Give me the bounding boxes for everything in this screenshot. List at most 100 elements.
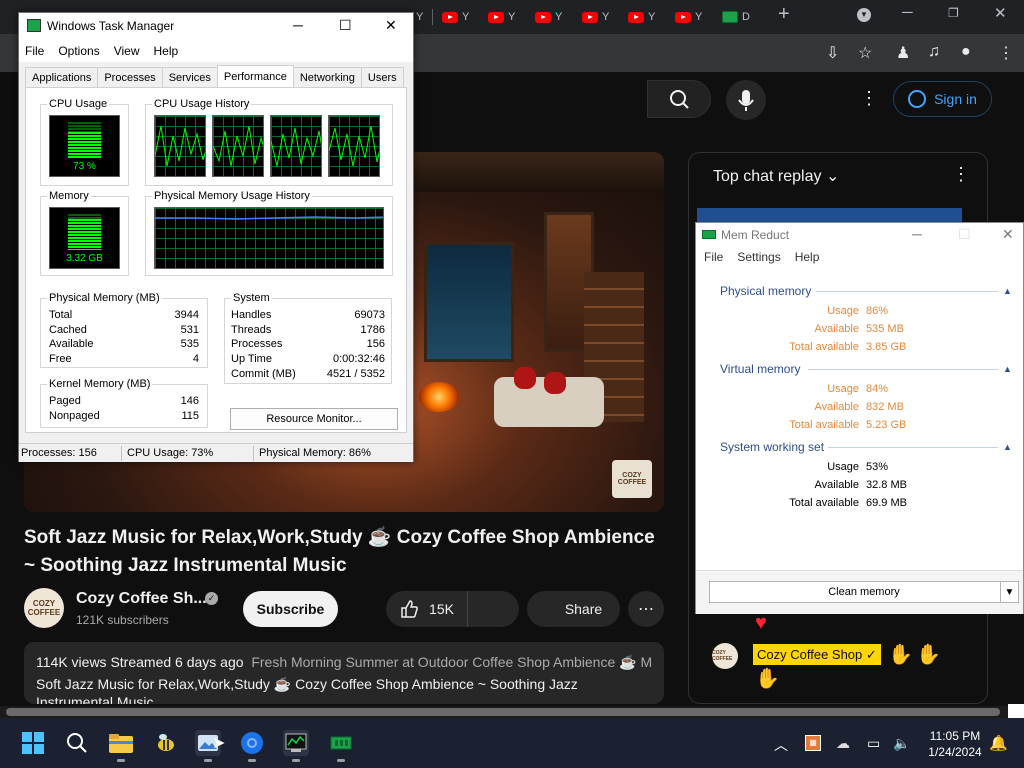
mem-reduct-titlebar[interactable]: Mem Reduct ─ ☐ ✕: [696, 223, 1023, 248]
media-control-icon[interactable]: ♫: [928, 43, 940, 61]
tab-performance[interactable]: Performance: [216, 65, 294, 87]
chat-more-icon[interactable]: ⋮: [952, 164, 970, 185]
search-button[interactable]: [647, 80, 711, 118]
dislike-button[interactable]: [469, 591, 519, 627]
clock-time[interactable]: 11:05 PM: [920, 729, 990, 743]
chrome-app-button[interactable]: [239, 730, 265, 756]
browser-tab[interactable]: D: [722, 6, 750, 28]
restore-icon[interactable]: ❐: [948, 6, 959, 20]
voice-search-button[interactable]: [726, 80, 766, 120]
chat-author-avatar[interactable]: COZY COFFEE: [712, 643, 738, 669]
minimize-icon[interactable]: ─: [912, 226, 922, 242]
close-icon[interactable]: ✕: [1002, 226, 1014, 243]
search-taskbar-button[interactable]: [64, 730, 90, 756]
chat-mode-dropdown[interactable]: Top chat replay ⌄: [713, 166, 839, 186]
status-separator: [121, 446, 122, 461]
tab-label: Y: [602, 11, 610, 23]
menu-file[interactable]: File: [19, 40, 52, 62]
stat-value: 5.23 GB: [866, 419, 907, 431]
share-button[interactable]: Share: [527, 591, 620, 627]
menu-file[interactable]: File: [704, 250, 723, 264]
like-count: 15K: [429, 601, 454, 617]
maximize-icon[interactable]: ☐: [339, 17, 352, 34]
stat-key: Available: [814, 401, 859, 413]
virtual-memory-section-title[interactable]: Virtual memory: [720, 362, 800, 376]
channel-avatar[interactable]: COZY COFFEE: [24, 588, 64, 628]
tab-separator: [432, 9, 433, 25]
dropdown-arrow-icon[interactable]: ▼: [1000, 582, 1018, 602]
task-manager-titlebar[interactable]: Windows Task Manager ─ ☐ ✕: [19, 13, 413, 40]
tab-processes[interactable]: Processes: [97, 67, 163, 87]
notification-bell-icon[interactable]: 🔔: [989, 734, 1008, 752]
extensions-icon[interactable]: ♟: [896, 43, 910, 63]
minimize-icon[interactable]: ─: [293, 17, 303, 33]
system-working-set-section-title[interactable]: System working set: [720, 440, 824, 454]
description-text: Soft Jazz Music for Relax,Work,Study ☕ C…: [36, 676, 578, 704]
new-tab-button[interactable]: +: [778, 3, 790, 26]
scrollbar-thumb[interactable]: [6, 708, 1000, 716]
minimize-icon[interactable]: ─: [902, 4, 913, 21]
tab-networking[interactable]: Networking: [292, 67, 362, 87]
bee-app-button[interactable]: [153, 730, 179, 756]
collapse-chevron-up-icon[interactable]: ▲: [1003, 364, 1012, 374]
sign-in-button[interactable]: Sign in: [893, 81, 992, 117]
mem-reduct-menubar: File Settings Help: [704, 250, 819, 264]
tab-users[interactable]: Users: [360, 67, 404, 87]
collapse-chevron-up-icon[interactable]: ▲: [1003, 286, 1012, 296]
channel-watermark[interactable]: COZY COFFEE: [612, 460, 652, 498]
close-icon[interactable]: ✕: [994, 4, 1007, 22]
section-divider: [808, 369, 998, 370]
network-icon[interactable]: ▭: [867, 735, 880, 752]
browser-tab[interactable]: Y: [675, 6, 702, 28]
close-icon[interactable]: ✕: [385, 17, 397, 34]
chrome-menu-icon[interactable]: ⋮: [998, 43, 1014, 63]
tab-search-icon[interactable]: ▼: [857, 8, 871, 22]
cpu-usage-meter: 73 %: [49, 115, 120, 177]
show-hidden-icons-chevron-up-icon[interactable]: ︿: [774, 735, 788, 755]
browser-tab[interactable]: Y: [628, 6, 655, 28]
tab-services[interactable]: Services: [161, 67, 218, 87]
physical-memory-table: Total 3944 Cached 531 Available 535 Free 4: [49, 309, 199, 368]
clock-date[interactable]: 1/24/2024: [920, 745, 990, 759]
browser-tab[interactable]: Y: [416, 6, 423, 28]
windows-logo-icon: [22, 732, 44, 754]
file-explorer-button[interactable]: [108, 730, 134, 756]
menu-help[interactable]: Help: [148, 40, 187, 62]
channel-name[interactable]: Cozy Coffee Sh...: [76, 590, 207, 608]
more-actions-button[interactable]: ⋯: [628, 591, 664, 627]
menu-settings[interactable]: Settings: [737, 250, 780, 264]
like-button[interactable]: 15K: [386, 591, 468, 627]
cloud-offline-icon[interactable]: ☁: [836, 735, 850, 752]
menu-help[interactable]: Help: [795, 250, 820, 264]
physical-memory-section-title[interactable]: Physical memory: [720, 284, 811, 298]
mem-reduct-app-button[interactable]: [328, 730, 354, 756]
wave-emoji-icon: ✋: [916, 644, 941, 666]
profile-icon[interactable]: ●: [961, 43, 971, 61]
stat-key: Handles: [231, 309, 272, 321]
stat-key: Processes: [231, 338, 283, 351]
tray-app-icon[interactable]: ▦: [805, 735, 821, 751]
browser-tab[interactable]: Y: [535, 6, 562, 28]
task-manager-app-button[interactable]: [283, 730, 309, 756]
menu-view[interactable]: View: [108, 40, 148, 62]
browser-tab[interactable]: Y: [442, 6, 469, 28]
start-button[interactable]: [20, 730, 46, 756]
bookmark-star-icon[interactable]: ☆: [858, 43, 872, 63]
tab-applications[interactable]: Applications: [25, 67, 99, 87]
stat-key: Usage: [827, 383, 859, 395]
browser-tab[interactable]: Y: [582, 6, 609, 28]
clean-memory-button[interactable]: Clean memory ▼: [709, 581, 1019, 603]
resource-monitor-button[interactable]: Resource Monitor...: [230, 408, 398, 430]
video-description[interactable]: 114K views Streamed 6 days ago Fresh Mor…: [24, 642, 664, 704]
install-app-icon[interactable]: ⇩: [826, 43, 839, 63]
settings-more-icon[interactable]: ⋮: [860, 88, 878, 109]
browser-tab[interactable]: Y: [488, 6, 515, 28]
subscribe-button[interactable]: Subscribe: [243, 591, 338, 627]
physical-memory-history-group: Physical Memory Usage History: [145, 190, 393, 276]
speaker-muted-icon[interactable]: 🔈: [893, 735, 910, 752]
chat-author-badge[interactable]: Cozy Coffee Shop ✓: [753, 644, 881, 665]
menu-options[interactable]: Options: [52, 40, 107, 62]
collapse-chevron-up-icon[interactable]: ▲: [1003, 442, 1012, 452]
stat-row: Nonpaged 115: [49, 410, 199, 425]
physical-memory-graph: [154, 207, 384, 269]
